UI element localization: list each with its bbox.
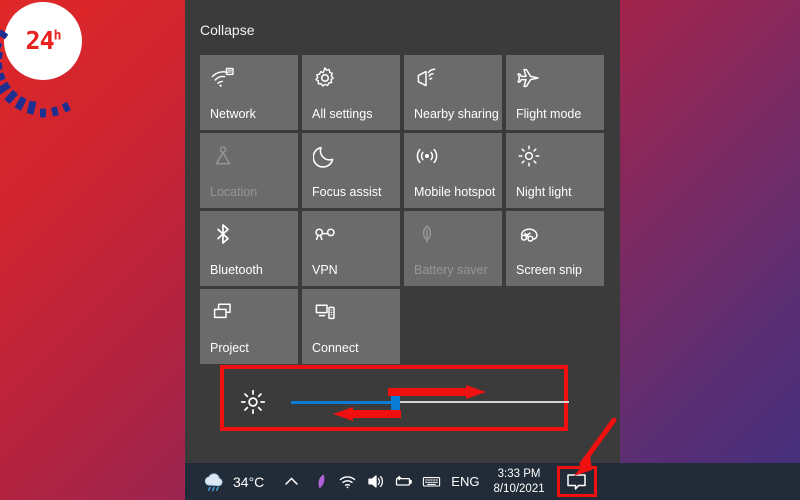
- tile-vpn[interactable]: VPN: [302, 211, 400, 286]
- tile-network[interactable]: Network: [200, 55, 298, 130]
- system-tray: [282, 472, 441, 491]
- tile-label: Battery saver: [414, 263, 488, 277]
- temperature-label: 34°C: [233, 473, 265, 490]
- bluetooth-icon: [210, 221, 236, 247]
- tile-nearby-sharing[interactable]: Nearby sharing: [404, 55, 502, 130]
- tile-label: Screen snip: [516, 263, 583, 277]
- 24h-logo: 24h ®: [0, 2, 88, 118]
- tile-label: Focus assist: [312, 185, 382, 199]
- clock[interactable]: 3:33 PM 8/10/2021: [493, 467, 544, 495]
- logo-tick: [14, 96, 27, 111]
- tile-mobile-hotspot[interactable]: Mobile hotspot: [404, 133, 502, 208]
- rain-cloud-icon: [201, 471, 227, 493]
- keyboard-icon[interactable]: [422, 472, 441, 491]
- chevron-up-icon[interactable]: [282, 472, 301, 491]
- tile-flight-mode[interactable]: Flight mode: [506, 55, 604, 130]
- logo-tick: [50, 106, 59, 117]
- connect-icon: [312, 299, 338, 325]
- taskbar: 34°C ENG 3:33 PM 8/10/2021: [185, 463, 800, 500]
- tile-all-settings[interactable]: All settings: [302, 55, 400, 130]
- tile-screen-snip[interactable]: Screen snip: [506, 211, 604, 286]
- brightness-sun-icon: [240, 389, 266, 415]
- tile-battery-saver[interactable]: Battery saver: [404, 211, 502, 286]
- collapse-button[interactable]: Collapse: [200, 22, 254, 38]
- weather-widget[interactable]: 34°C: [201, 471, 264, 493]
- tile-label: Nearby sharing: [414, 107, 498, 121]
- wifi-icon: [210, 65, 236, 91]
- tile-label: Location: [210, 185, 258, 199]
- vpn-icon: [312, 221, 338, 247]
- project-icon: [210, 299, 236, 325]
- clock-date: 8/10/2021: [493, 482, 545, 495]
- logo-tick: [0, 50, 3, 60]
- desktop-screen: 24h ® Collapse Network All settings Nearby…: [0, 0, 800, 500]
- registered-mark-icon: ®: [78, 6, 88, 21]
- location-pin-icon: [210, 143, 236, 169]
- tile-label: Mobile hotspot: [414, 185, 496, 199]
- logo-tick: [40, 108, 46, 118]
- decrease-brightness-arrow: [333, 407, 401, 421]
- tile-label: All settings: [312, 107, 373, 121]
- logo-tick: [0, 62, 3, 71]
- gear-icon: [312, 65, 338, 91]
- screen-snip-icon: [516, 221, 542, 247]
- sun-icon: [516, 143, 542, 169]
- logo-text: 24h: [25, 26, 62, 55]
- tile-connect[interactable]: Connect: [302, 289, 400, 364]
- moon-icon: [312, 143, 338, 169]
- tile-label: Flight mode: [516, 107, 582, 121]
- quick-action-tiles: Network All settings Nearby sharing Flight …: [200, 55, 610, 364]
- language-indicator[interactable]: ENG: [451, 474, 479, 489]
- brightness-track-fill: [291, 401, 395, 404]
- tile-label: Connect: [312, 341, 359, 355]
- tile-label: Network: [210, 107, 256, 121]
- tile-label: Bluetooth: [210, 263, 263, 277]
- logo-tick: [61, 101, 72, 113]
- tile-location[interactable]: Location: [200, 133, 298, 208]
- tile-label: VPN: [312, 263, 338, 277]
- tile-bluetooth[interactable]: Bluetooth: [200, 211, 298, 286]
- airplane-icon: [516, 65, 542, 91]
- battery-icon[interactable]: [394, 472, 413, 491]
- nearby-sharing-icon: [414, 65, 440, 91]
- wifi-icon[interactable]: [338, 472, 357, 491]
- tile-focus-assist[interactable]: Focus assist: [302, 133, 400, 208]
- tile-night-light[interactable]: Night light: [506, 133, 604, 208]
- tile-label: Project: [210, 341, 249, 355]
- hotspot-icon: [414, 143, 440, 169]
- brightness-slider-row[interactable]: [238, 383, 569, 421]
- logo-tick: [0, 40, 3, 50]
- tile-label: Night light: [516, 185, 572, 199]
- battery-leaf-icon: [414, 221, 440, 247]
- increase-brightness-arrow: [388, 385, 486, 399]
- brightness-highlight-box: [220, 365, 569, 431]
- volume-icon[interactable]: [366, 472, 385, 491]
- pointer-to-action-center: [558, 418, 618, 480]
- tile-project[interactable]: Project: [200, 289, 298, 364]
- clock-time: 3:33 PM: [497, 468, 541, 481]
- logo-tick: [26, 100, 37, 115]
- pen-icon[interactable]: [310, 472, 329, 491]
